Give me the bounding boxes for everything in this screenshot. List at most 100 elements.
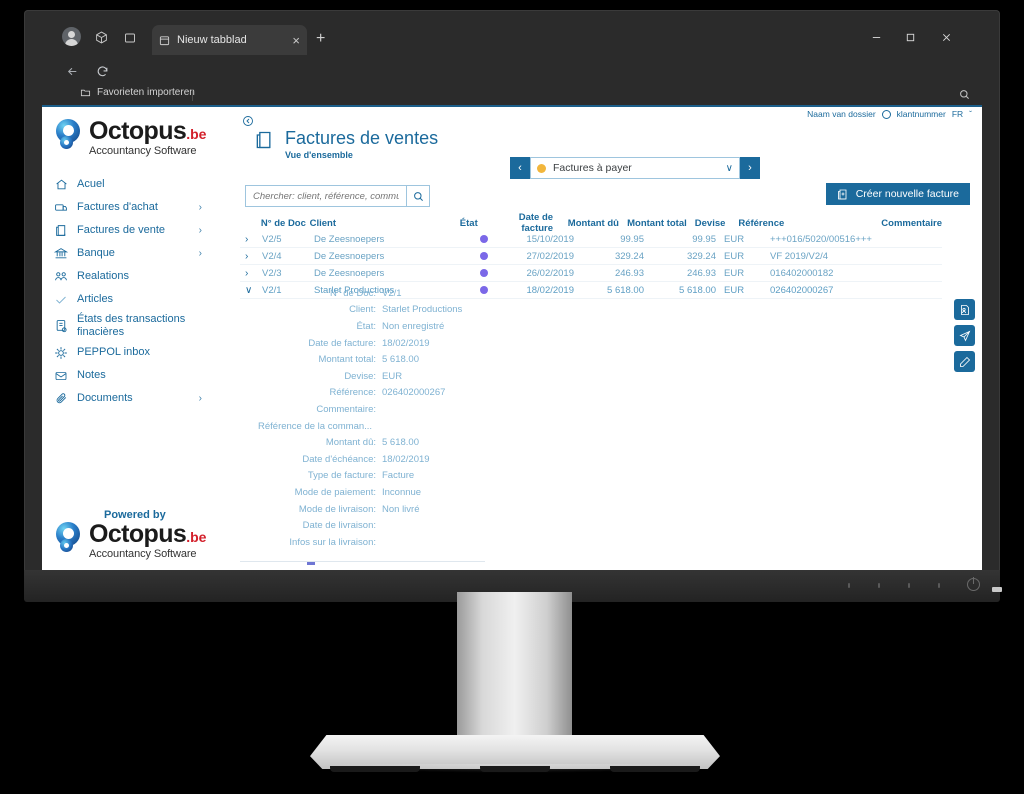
collapse-panel-button[interactable] (242, 115, 254, 127)
sales-invoice-page-icon (254, 129, 274, 151)
column-header-client: Client (309, 217, 336, 229)
detail-field: Référence de la comman... (240, 418, 942, 435)
detail-value: Starlet Productions (382, 304, 463, 316)
import-favorites-button[interactable]: Favorieten importeren (80, 87, 195, 98)
cell-date: 26/02/2019 (526, 267, 574, 279)
monitor-stand-neck (457, 592, 572, 742)
view-document-button[interactable] (954, 299, 975, 320)
sidebar-item-acuel[interactable]: Acuel (42, 173, 212, 196)
power-button[interactable] (967, 577, 980, 591)
row-expand-icon[interactable]: › (240, 268, 262, 279)
browser-tab[interactable]: Nieuw tabblad × (152, 25, 307, 55)
cell-total: 329.24 (686, 250, 716, 262)
detail-value: V2/1 (382, 287, 402, 299)
brand-name: Octopus (89, 520, 187, 548)
sidebar-item-articles[interactable]: Articles (42, 288, 212, 311)
brand-tagline: Accountancy Software (89, 548, 197, 560)
sidebar-item-documents[interactable]: Documents › (42, 387, 212, 410)
search-input[interactable] (245, 185, 406, 207)
main-content: Factures de ventes Vue d'ensemble ‹ Fact… (212, 107, 982, 570)
filter-next-button[interactable]: › (740, 157, 760, 179)
sidebar-item-notes[interactable]: Notes (42, 364, 212, 387)
page-subtitle: Vue d'ensemble (285, 149, 353, 160)
detail-label: Date d'échéance: (302, 453, 376, 465)
check-icon (54, 294, 68, 306)
chevron-right-icon: › (198, 225, 202, 236)
sidebar-label: Acuel (77, 178, 105, 191)
new-tab-button[interactable]: + (316, 31, 325, 47)
page-title: Factures de ventes (285, 128, 439, 148)
table-header-row: N° de Doc Client État Date de facture Mo… (240, 212, 943, 234)
tab-actions-icon[interactable] (120, 28, 139, 47)
peppol-icon (54, 346, 68, 360)
sidebar-item-factures-achat[interactable]: Factures d'achat › (42, 196, 212, 219)
cell-reference: 016402000182 (770, 267, 834, 279)
action-buttons (954, 299, 975, 372)
sidebar-item-peppol-inbox[interactable]: PEPPOL inbox (42, 341, 212, 364)
detail-label: Commentaire: (316, 403, 376, 415)
detail-field: Date d'échéance: 18/02/2019 (240, 451, 942, 468)
octopus-logo: Octopus .be Accountancy Software (54, 119, 209, 165)
detail-field: Montant total: 5 618.00 (240, 351, 942, 368)
table-row[interactable]: › V2/5 De Zeesnoepers 15/10/2019 99.95 9… (240, 231, 942, 248)
cell-doc: V2/5 (262, 233, 282, 245)
browser-essentials-icon[interactable] (92, 28, 111, 47)
profile-avatar-icon[interactable] (62, 27, 81, 46)
sidebar-label: PEPPOL inbox (77, 346, 150, 359)
table-row[interactable]: › V2/3 De Zeesnoepers 26/02/2019 246.93 … (240, 265, 942, 282)
tab-title: Nieuw tabblad (177, 34, 247, 46)
column-header-comment: Commentaire (881, 217, 943, 229)
detail-label: Montant dû: (325, 437, 376, 449)
detail-value: 5 618.00 (382, 354, 419, 366)
detail-field: État: Non enregistré (240, 318, 942, 335)
sidebar-label: Notes (77, 369, 106, 382)
monitor-bezel: Nieuw tabblad × + Favorieten importeren … (24, 10, 1000, 600)
tab-close-icon[interactable]: × (292, 34, 300, 47)
row-expand-icon[interactable]: › (240, 234, 262, 245)
detail-label: Montant total: (318, 354, 376, 366)
detail-field: Mode de paiement: Inconnue (240, 484, 942, 501)
sidebar-item-realations[interactable]: Realations (42, 265, 212, 288)
table-row[interactable]: › V2/4 De Zeesnoepers 27/02/2019 329.24 … (240, 248, 942, 265)
brand-tld: .be (186, 529, 207, 545)
create-invoice-button[interactable]: Créer nouvelle facture (825, 183, 970, 205)
invoice-detail-panel: N° de Doc: V2/1 Client: Starlet Production… (240, 285, 942, 551)
detail-value: EUR (382, 370, 403, 382)
sidebar-item-factures-vente[interactable]: Factures de vente › (42, 219, 212, 242)
edit-button[interactable] (954, 351, 975, 372)
detail-panel-divider (240, 561, 485, 562)
sidebar: Octopus .be Accountancy Software Acuel F… (42, 107, 212, 570)
detail-value: 026402000267 (382, 387, 446, 399)
detail-scroll-indicator[interactable] (307, 562, 315, 565)
notes-icon (54, 370, 68, 382)
filter-prev-button[interactable]: ‹ (510, 157, 530, 179)
sidebar-label: Documents (77, 392, 133, 405)
window-minimize-button[interactable] (862, 28, 890, 47)
bookmarks-divider (192, 89, 193, 101)
sidebar-nav: Acuel Factures d'achat › Factures de ven… (42, 173, 212, 410)
detail-label: Infos sur la livraison: (289, 536, 376, 548)
filter-dropdown[interactable]: Factures à payer ∨ (530, 157, 740, 179)
cell-reference: VF 2019/V2/4 (770, 250, 829, 262)
detail-field: Type de facture: Facture (240, 468, 942, 485)
send-button[interactable] (954, 325, 975, 346)
column-header-currency: Devise (694, 217, 726, 229)
reload-button[interactable] (94, 63, 110, 79)
bookmarks-search-icon[interactable] (959, 89, 970, 100)
home-icon (54, 178, 68, 191)
cell-due: 99.95 (620, 233, 644, 245)
row-expand-icon[interactable]: › (240, 251, 262, 262)
sidebar-item-banque[interactable]: Banque › (42, 242, 212, 265)
filter-value: Factures à payer (553, 162, 632, 174)
back-button[interactable] (64, 63, 80, 79)
window-maximize-button[interactable] (896, 28, 924, 47)
search-button[interactable] (406, 185, 430, 207)
detail-value: 18/02/2019 (382, 453, 430, 465)
column-header-total: Montant total (627, 217, 687, 229)
brand-tagline: Accountancy Software (89, 145, 197, 157)
sidebar-item-etats-transactions[interactable]: États des transactions finacières (42, 311, 212, 341)
column-header-reference: Référence (738, 217, 785, 229)
cell-date: 27/02/2019 (526, 250, 574, 262)
window-close-button[interactable] (932, 28, 960, 47)
sidebar-label: États des transactions finacières (77, 313, 186, 338)
